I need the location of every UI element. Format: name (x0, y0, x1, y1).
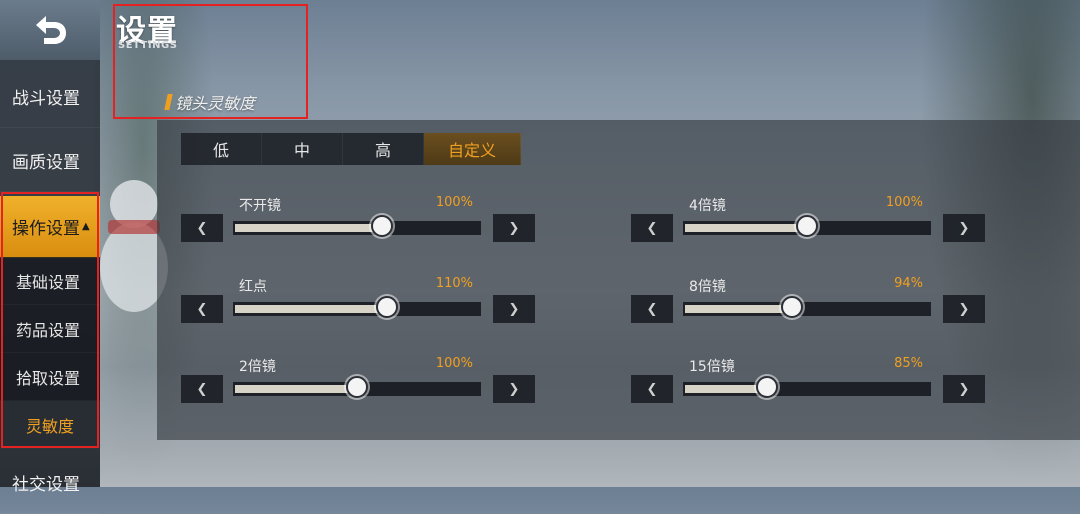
chevron-left-icon: ❮ (196, 301, 208, 317)
slider-fill (685, 224, 807, 232)
slider-track[interactable] (233, 296, 481, 318)
sidebar-item-label: 战斗设置 (12, 89, 80, 109)
slider-track[interactable] (233, 215, 481, 237)
tab-low[interactable]: 低 (181, 133, 262, 165)
section-heading-text: 镜头灵敏度 (175, 94, 256, 113)
chevron-left-icon: ❮ (646, 220, 658, 236)
sidebar-item-label: 社交设置 (12, 475, 80, 495)
slider-group-15x: 15倍镜 85% ❮ ❯ (631, 356, 985, 426)
chevron-left-icon: ❮ (646, 301, 658, 317)
sidebar-item-label: 操作设置 (12, 219, 80, 239)
caret-up-icon: ▲ (82, 221, 90, 232)
slider-thumb[interactable] (756, 376, 778, 398)
slider-value: 100% (435, 356, 473, 371)
subitem-sensitivity[interactable]: 灵敏度 (0, 401, 100, 449)
slider-track[interactable] (683, 296, 931, 318)
slider-group-4x: 4倍镜 100% ❮ ❯ (631, 195, 985, 265)
decrease-button[interactable]: ❮ (631, 375, 673, 403)
chevron-right-icon: ❯ (508, 381, 520, 397)
increase-button[interactable]: ❯ (493, 375, 535, 403)
chevron-right-icon: ❯ (508, 220, 520, 236)
sidebar-item-graphics[interactable]: 画质设置 (0, 130, 100, 192)
slider-group-red-dot: 红点 110% ❮ ❯ (181, 276, 535, 346)
slider-fill (235, 224, 382, 232)
sidebar-item-social[interactable]: 社交设置 (0, 452, 100, 514)
decrease-button[interactable]: ❮ (631, 214, 673, 242)
sidebar-item-label: 画质设置 (12, 153, 80, 173)
slider-value: 94% (894, 276, 923, 291)
slider-value: 100% (885, 195, 923, 210)
preset-tabs: 低 中 高 自定义 (181, 133, 521, 165)
subitem-basic[interactable]: 基础设置 (0, 257, 100, 305)
slider-fill (685, 385, 767, 393)
decrease-button[interactable]: ❮ (181, 295, 223, 323)
subitem-label: 拾取设置 (16, 368, 81, 388)
subitem-label: 药品设置 (16, 320, 81, 340)
slider-group-8x: 8倍镜 94% ❮ ❯ (631, 276, 985, 346)
chevron-left-icon: ❮ (196, 381, 208, 397)
slider-label: 不开镜 (239, 198, 281, 214)
chevron-left-icon: ❮ (646, 381, 658, 397)
increase-button[interactable]: ❯ (493, 214, 535, 242)
sidebar: 战斗设置 画质设置 操作设置 ▲ 基础设置 药品设置 拾取设置 灵敏度 社交设置 (0, 0, 100, 514)
slider-track[interactable] (683, 215, 931, 237)
sidebar-item-controls[interactable]: 操作设置 ▲ (0, 196, 100, 258)
slider-thumb[interactable] (346, 376, 368, 398)
slider-label: 2倍镜 (239, 359, 276, 375)
tab-custom[interactable]: 自定义 (424, 133, 521, 165)
increase-button[interactable]: ❯ (943, 295, 985, 323)
page-subtitle: SETTINGS (118, 40, 178, 51)
slider-label: 15倍镜 (689, 359, 735, 375)
slider-group-2x: 2倍镜 100% ❮ ❯ (181, 356, 535, 426)
slider-thumb[interactable] (371, 215, 393, 237)
section-heading: 镜头灵敏度 (164, 90, 256, 114)
decrease-button[interactable]: ❮ (181, 214, 223, 242)
subitem-label: 灵敏度 (25, 416, 74, 436)
chevron-right-icon: ❯ (508, 301, 520, 317)
tab-medium[interactable]: 中 (262, 133, 343, 165)
slider-value: 110% (435, 276, 473, 291)
chevron-right-icon: ❯ (958, 381, 970, 397)
slider-fill (235, 305, 387, 313)
subitem-label: 基础设置 (16, 272, 81, 292)
slider-value: 100% (435, 195, 473, 210)
sidebar-item-combat[interactable]: 战斗设置 (0, 66, 100, 128)
chevron-right-icon: ❯ (958, 220, 970, 236)
tab-high[interactable]: 高 (343, 133, 424, 165)
increase-button[interactable]: ❯ (493, 295, 535, 323)
slider-fill (685, 305, 792, 313)
decrease-button[interactable]: ❮ (181, 375, 223, 403)
slider-thumb[interactable] (376, 296, 398, 318)
back-arrow-icon (36, 16, 66, 44)
subitem-pickup[interactable]: 拾取设置 (0, 353, 100, 401)
slider-track[interactable] (683, 376, 931, 398)
back-button[interactable] (0, 0, 100, 60)
chevron-right-icon: ❯ (958, 301, 970, 317)
decrease-button[interactable]: ❮ (631, 295, 673, 323)
subitem-medicine[interactable]: 药品设置 (0, 305, 100, 353)
increase-button[interactable]: ❯ (943, 214, 985, 242)
slider-thumb[interactable] (796, 215, 818, 237)
chevron-left-icon: ❮ (196, 220, 208, 236)
slider-label: 8倍镜 (689, 279, 726, 295)
slider-label: 4倍镜 (689, 198, 726, 214)
slider-thumb[interactable] (781, 296, 803, 318)
slider-group-no-scope: 不开镜 100% ❮ ❯ (181, 195, 535, 265)
accent-bar (164, 94, 173, 110)
slider-track[interactable] (233, 376, 481, 398)
slider-label: 红点 (239, 279, 267, 295)
slider-fill (235, 385, 357, 393)
slider-value: 85% (894, 356, 923, 371)
increase-button[interactable]: ❯ (943, 375, 985, 403)
